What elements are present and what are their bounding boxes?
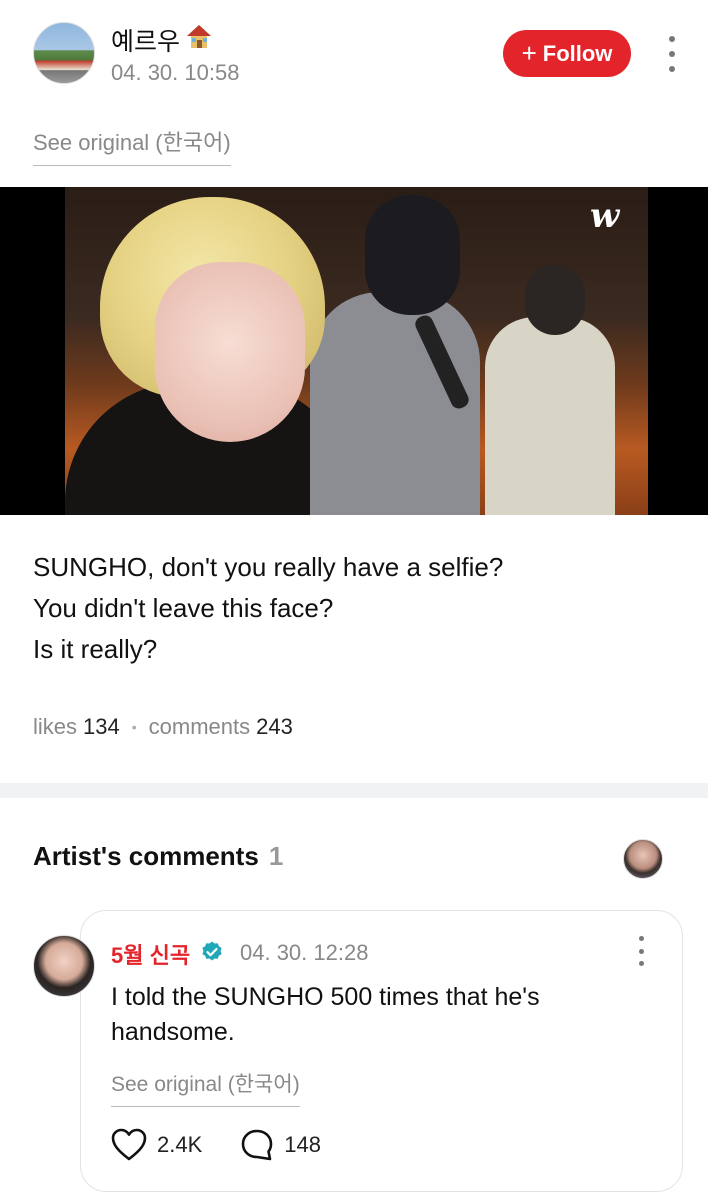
- caption-line: You didn't leave this face?: [33, 593, 334, 623]
- heart-icon: [111, 1128, 147, 1161]
- comment-like-button[interactable]: 2.4K: [111, 1128, 202, 1162]
- commenter-name[interactable]: 5월 신곡: [111, 938, 190, 970]
- house-icon: [187, 25, 211, 48]
- likes-label: likes: [33, 714, 78, 739]
- post-caption: SUNGHO, don't you really have a selfie? …: [33, 547, 673, 670]
- caption-line: SUNGHO, don't you really have a selfie?: [33, 552, 504, 582]
- post-image[interactable]: [0, 187, 708, 515]
- see-original-link[interactable]: See original (한국어): [33, 125, 231, 166]
- section-divider: [0, 783, 708, 798]
- artist-comments-title: Artist's comments: [33, 841, 259, 871]
- follow-label: Follow: [542, 40, 613, 66]
- artist-comments-heading: Artist's comments 1: [33, 841, 283, 872]
- comment-like-count: 2.4K: [157, 1132, 203, 1157]
- likes-count[interactable]: 134: [83, 714, 120, 740]
- caption-line: Is it really?: [33, 634, 158, 664]
- comments-count[interactable]: 243: [256, 714, 293, 740]
- plus-icon: +: [521, 37, 537, 68]
- post-stats: likes 134 • comments 243: [33, 714, 293, 740]
- post-timestamp: 04. 30. 10:58: [111, 60, 240, 85]
- author-name[interactable]: 예르우: [111, 22, 180, 58]
- comment-actions: 2.4K 148: [111, 1128, 321, 1162]
- weverse-logo-icon: w: [590, 196, 620, 236]
- post-photo: [65, 187, 648, 515]
- comment-reply-button[interactable]: 148: [240, 1128, 321, 1162]
- comment-text: I told the SUNGHO 500 times that he's ha…: [111, 983, 540, 1046]
- reply-bubble-icon: [241, 1129, 273, 1161]
- author-avatar[interactable]: [33, 22, 95, 84]
- artist-comments-count: 1: [268, 841, 284, 871]
- post-header: 예르우 04. 30. 10:58 + Follow: [0, 0, 708, 110]
- follow-button[interactable]: + Follow: [503, 30, 631, 77]
- commenter-avatar[interactable]: [33, 935, 95, 997]
- artist-avatar[interactable]: [623, 839, 663, 879]
- comment-more-icon[interactable]: [632, 936, 650, 966]
- comments-label: comments: [148, 714, 251, 739]
- separator-dot: •: [131, 719, 137, 735]
- more-options-icon[interactable]: [660, 36, 684, 72]
- comment-reply-count: 148: [284, 1132, 321, 1157]
- comment-timestamp: 04. 30. 12:28: [240, 940, 369, 965]
- verified-badge-icon: [202, 941, 222, 961]
- comment-see-original-link[interactable]: See original (한국어): [111, 1068, 300, 1107]
